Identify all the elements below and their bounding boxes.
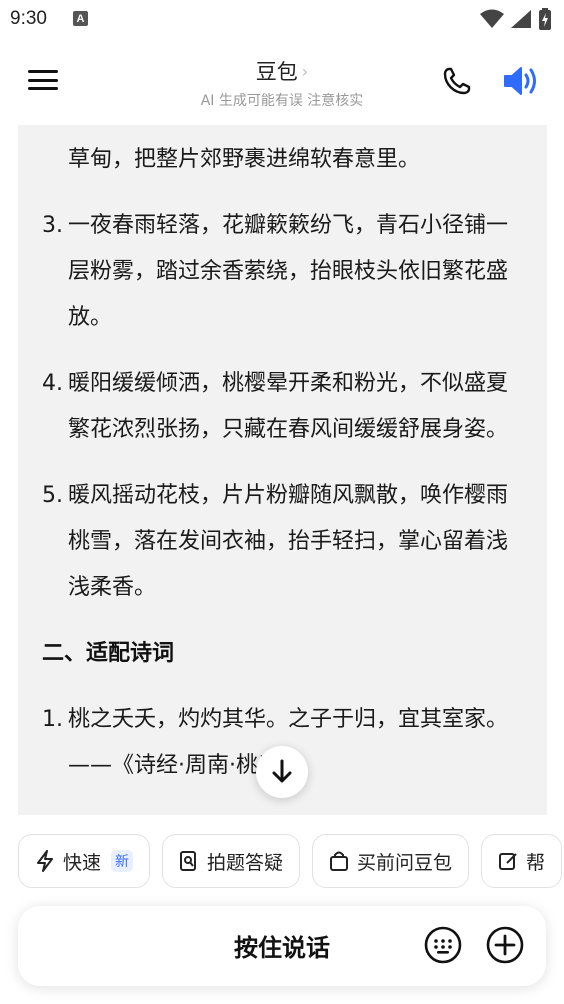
list-item: 5. 暖风摇动花枝，片片粉瓣随风飘散，唤作樱雨桃雪，落在发间衣袖，抬手轻扫，掌心… <box>18 473 547 611</box>
lightning-icon <box>37 850 53 872</box>
list-number: 3. <box>42 213 63 238</box>
edit-icon <box>499 853 517 870</box>
list-number: 1. <box>42 707 63 732</box>
wifi-icon <box>480 9 504 28</box>
keyboard-icon[interactable] <box>424 926 462 964</box>
hold-to-talk-button[interactable]: 按住说话 <box>18 928 546 963</box>
arrow-down-icon <box>272 759 292 783</box>
chip-ask-before-buy[interactable]: 买前问豆包 <box>312 834 470 888</box>
list-number: 4. <box>42 371 63 396</box>
scroll-to-bottom-button[interactable] <box>256 746 308 798</box>
notification-a-icon: A <box>73 11 88 26</box>
ai-disclaimer: AI 生成可能有误 注意核实 <box>200 93 364 109</box>
chat-title-area[interactable]: 豆包 › AI 生成可能有误 注意核实 <box>140 56 424 110</box>
section-heading: 二、适配诗词 <box>42 641 175 666</box>
chat-title: 豆包 <box>255 60 298 84</box>
speaker-icon[interactable] <box>502 64 540 98</box>
message-text-continuation: 草甸，把整片郊野裹进绵软春意里。 <box>68 147 421 172</box>
ai-message-card: 草甸，把整片郊野裹进绵软春意里。 3. 一夜春雨轻落，花瓣簌簌纷飞，青石小径铺一… <box>18 125 547 815</box>
status-icons <box>480 8 552 30</box>
battery-icon <box>539 8 551 30</box>
list-item: 3. 一夜春雨轻落，花瓣簌簌纷飞，青石小径铺一层粉雾，踏过余香萦绕，抬眼枝头依旧… <box>18 203 547 341</box>
status-time: 9:30 <box>10 8 47 29</box>
list-item-text: 暖阳缓缓倾洒，桃樱晕开柔和粉光，不似盛夏繁花浓烈张扬，只藏在春风间缓缓舒展身姿。 <box>68 371 509 442</box>
signal-icon <box>511 10 531 28</box>
chip-fast[interactable]: 快速 新 <box>18 834 151 888</box>
chip-label: 拍题答疑 <box>207 851 284 874</box>
list-item-text: 暖风摇动花枝，片片粉瓣随风飘散，唤作樱雨桃雪，落在发间衣袖，抬手轻扫，掌心留着浅… <box>68 483 509 600</box>
chip-label: 买前问豆包 <box>357 851 453 874</box>
chat-header: 豆包 › AI 生成可能有误 注意核实 <box>0 48 564 114</box>
list-number: 5. <box>42 483 63 508</box>
menu-icon[interactable] <box>28 68 58 92</box>
chip-help[interactable]: 帮 <box>481 834 563 888</box>
photo-search-icon <box>180 851 197 871</box>
list-item: 4. 暖阳缓缓倾洒，桃樱晕开柔和粉光，不似盛夏繁花浓烈张扬，只藏在春风间缓缓舒展… <box>18 361 547 453</box>
status-bar: 9:30 A <box>0 0 564 38</box>
chip-label: 快速 <box>63 851 102 874</box>
list-item-text: 一夜春雨轻落，花瓣簌簌纷飞，青石小径铺一层粉雾，踏过余香萦绕，抬眼枝头依旧繁花盛… <box>68 213 509 330</box>
new-badge: 新 <box>111 850 134 872</box>
chip-photo-question[interactable]: 拍题答疑 <box>162 834 301 888</box>
shopping-bag-icon <box>330 851 349 871</box>
quick-action-chips: 快速 新 拍题答疑 买前问豆包 帮 <box>18 834 563 888</box>
chip-label: 帮 <box>526 851 546 874</box>
voice-input-bar[interactable]: 按住说话 <box>18 906 546 986</box>
chevron-right-icon: › <box>301 61 309 81</box>
phone-call-icon[interactable] <box>442 66 472 96</box>
plus-icon[interactable] <box>486 926 524 964</box>
